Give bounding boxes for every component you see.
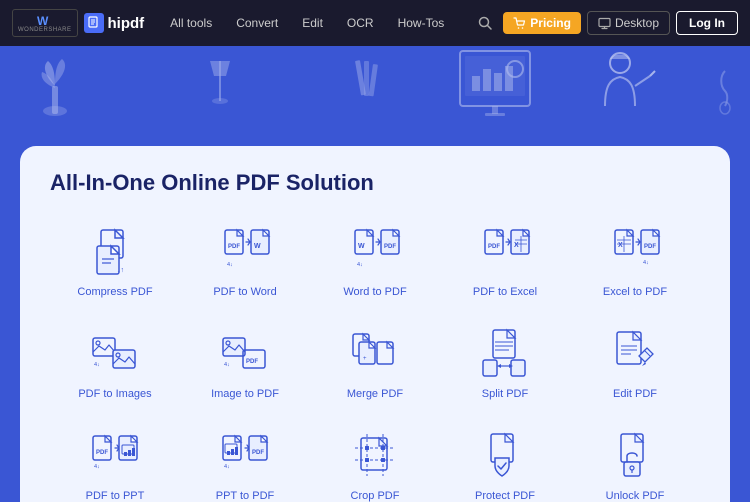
nav-convert[interactable]: Convert: [226, 12, 288, 34]
hero-decorations: [0, 46, 750, 146]
image-to-pdf-icon: 4↓ PDF: [219, 328, 271, 380]
tool-label: PDF to PPT: [86, 490, 145, 502]
edit-pdf-icon: [609, 328, 661, 380]
word-to-pdf-icon: W PDF 4↓: [349, 226, 401, 278]
cart-icon: [513, 17, 526, 30]
merge-pdf-icon: +: [349, 328, 401, 380]
svg-text:PDF: PDF: [252, 450, 264, 456]
nav-ocr[interactable]: OCR: [337, 12, 384, 34]
svg-text:4↓: 4↓: [224, 362, 230, 368]
tool-label: Unlock PDF: [606, 490, 665, 502]
ppt-to-pdf-icon: 4↓ PDF: [219, 430, 271, 482]
wondershare-icon: W: [34, 13, 56, 27]
tool-label: Crop PDF: [351, 490, 400, 502]
hipdf-logo[interactable]: hipdf: [84, 13, 145, 33]
search-icon[interactable]: [473, 11, 497, 35]
tool-label: Image to PDF: [211, 388, 279, 400]
hipdf-icon: [84, 13, 104, 33]
pdf-to-excel-icon: PDF X: [479, 226, 531, 278]
nav-actions: Pricing Desktop Log In: [473, 11, 738, 35]
nav-all-tools[interactable]: All tools: [160, 12, 222, 34]
svg-text:4↓: 4↓: [94, 362, 100, 368]
svg-text:4↓: 4↓: [357, 262, 363, 268]
excel-to-pdf-icon: X PDF 4↓: [609, 226, 661, 278]
wondershare-logo[interactable]: W wondershare: [12, 9, 78, 37]
unlock-pdf-icon: [609, 430, 661, 482]
svg-text:PDF: PDF: [96, 450, 108, 456]
logo-area: W wondershare hipdf: [12, 9, 144, 37]
svg-text:PDF: PDF: [488, 244, 500, 250]
pdf-to-ppt-icon: PDF 4↓: [89, 430, 141, 482]
tool-merge-pdf[interactable]: + Merge PDF: [310, 318, 440, 410]
pricing-label: Pricing: [530, 16, 571, 30]
tool-label: Word to PDF: [343, 286, 406, 298]
desktop-button[interactable]: Desktop: [587, 11, 670, 35]
tool-word-to-pdf[interactable]: W PDF 4↓ Word to PDF: [310, 216, 440, 308]
svg-text:PDF: PDF: [246, 359, 258, 365]
nav-edit[interactable]: Edit: [292, 12, 333, 34]
tool-image-to-pdf[interactable]: 4↓ PDF Image to PDF: [180, 318, 310, 410]
pricing-button[interactable]: Pricing: [503, 12, 581, 34]
tool-pdf-to-ppt[interactable]: PDF 4↓ PDF to PPT: [50, 420, 180, 502]
nav-links: All tools Convert Edit OCR How-Tos: [160, 12, 473, 34]
pdf-to-word-icon: PDF W 4↓: [219, 226, 271, 278]
svg-text:X: X: [618, 242, 623, 249]
tool-unlock-pdf[interactable]: Unlock PDF: [570, 420, 700, 502]
crop-pdf-icon: [349, 430, 401, 482]
svg-text:4↓: 4↓: [227, 262, 233, 268]
svg-text:X: X: [514, 242, 519, 249]
desktop-label: Desktop: [615, 16, 659, 30]
desktop-icon: [598, 17, 611, 30]
svg-text:PDF: PDF: [384, 244, 396, 250]
compress-pdf-icon: ↓↑: [89, 226, 141, 278]
pdf-to-images-icon: 4↓: [89, 328, 141, 380]
tool-compress-pdf[interactable]: ↓↑ Compress PDF: [50, 216, 180, 308]
protect-pdf-icon: [479, 430, 531, 482]
hero-banner: [0, 46, 750, 146]
svg-text:PDF: PDF: [644, 244, 656, 250]
main-card: All-In-One Online PDF Solution ↓↑ Compre…: [20, 146, 730, 502]
tool-excel-to-pdf[interactable]: X PDF 4↓ Excel to PDF: [570, 216, 700, 308]
tool-label: Protect PDF: [475, 490, 535, 502]
svg-text:4↓: 4↓: [224, 464, 230, 470]
svg-text:↓↑: ↓↑: [117, 267, 124, 274]
hero-illustration: [0, 46, 750, 146]
tools-grid: ↓↑ Compress PDF PDF W 4↓ PDF to Word: [50, 216, 700, 502]
split-pdf-icon: [479, 328, 531, 380]
svg-text:PDF: PDF: [228, 244, 240, 250]
svg-text:4↓: 4↓: [94, 464, 100, 470]
tool-crop-pdf[interactable]: Crop PDF: [310, 420, 440, 502]
tool-label: PPT to PDF: [216, 490, 274, 502]
hipdf-name: hipdf: [108, 15, 145, 32]
tool-split-pdf[interactable]: Split PDF: [440, 318, 570, 410]
svg-text:W: W: [254, 243, 261, 250]
tool-label: Merge PDF: [347, 388, 403, 400]
tool-label: Compress PDF: [77, 286, 152, 298]
svg-text:W: W: [358, 243, 365, 250]
svg-text:4↓: 4↓: [643, 260, 649, 266]
tool-ppt-to-pdf[interactable]: 4↓ PDF PPT to PDF: [180, 420, 310, 502]
svg-text:W: W: [37, 14, 49, 26]
tool-label: Excel to PDF: [603, 286, 667, 298]
tool-label: PDF to Images: [78, 388, 151, 400]
tool-pdf-to-word[interactable]: PDF W 4↓ PDF to Word: [180, 216, 310, 308]
svg-text:+: +: [363, 356, 367, 362]
tool-label: Split PDF: [482, 388, 528, 400]
nav-how-tos[interactable]: How-Tos: [388, 12, 455, 34]
tool-label: Edit PDF: [613, 388, 657, 400]
tool-protect-pdf[interactable]: Protect PDF: [440, 420, 570, 502]
tool-edit-pdf[interactable]: Edit PDF: [570, 318, 700, 410]
tool-label: PDF to Excel: [473, 286, 537, 298]
tool-pdf-to-images[interactable]: 4↓ PDF to Images: [50, 318, 180, 410]
tool-label: PDF to Word: [213, 286, 276, 298]
wondershare-text: wondershare: [18, 27, 72, 33]
navbar: W wondershare hipdf All tools Convert Ed…: [0, 0, 750, 46]
login-button[interactable]: Log In: [676, 11, 738, 35]
tool-pdf-to-excel[interactable]: PDF X PDF to Excel: [440, 216, 570, 308]
page-title: All-In-One Online PDF Solution: [50, 170, 700, 196]
